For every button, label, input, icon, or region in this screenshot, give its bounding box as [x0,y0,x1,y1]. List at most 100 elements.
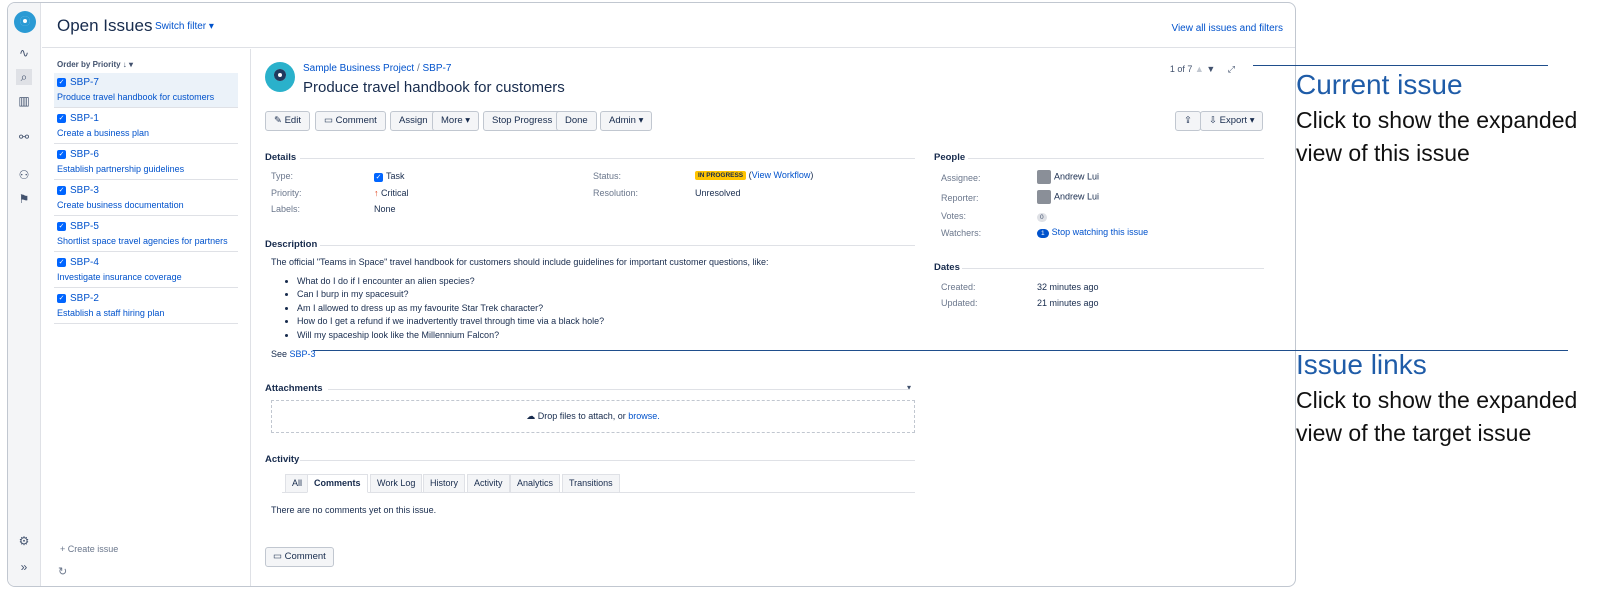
done-button[interactable]: Done [556,111,597,131]
project-logo-icon[interactable] [14,11,36,33]
issue-title: Produce travel handbook for customers [303,79,565,96]
issue-summary: Create a business plan [57,128,150,138]
order-by-dropdown[interactable]: Order by Priority ↓ ▾ [57,60,133,69]
assignee-value[interactable]: Andrew Lui [1037,170,1099,184]
task-icon: ✓ [57,294,66,303]
view-workflow-link[interactable]: View Workflow [752,170,811,180]
issue-key-link[interactable]: SBP-7 [423,63,452,74]
avatar [1037,170,1051,184]
divider [320,245,915,246]
resolution-label: Resolution: [593,188,639,198]
issue-summary: Create business documentation [57,200,184,210]
task-icon: ✓ [57,222,66,231]
see-also: See SBP-3 [271,349,316,359]
expand-sidebar-icon[interactable]: » [16,559,32,575]
assign-button[interactable]: Assign [390,111,437,131]
switch-filter-link[interactable]: Switch filter ▾ [155,21,214,32]
top-bar: Open Issues Switch filter ▾ View all iss… [42,3,1295,48]
edit-button[interactable]: ✎ Edit [265,111,310,131]
list-item[interactable]: ✓ SBP-7 Produce travel handbook for custom… [54,73,238,108]
created-label: Created: [941,282,976,292]
list-item[interactable]: ✓ SBP-2 Establish a staff hiring plan [54,289,238,324]
list-item: How do I get a refund if we inadvertentl… [297,316,604,329]
list-item[interactable]: ✓ SBP-6 Establish partnership guidelines [54,145,238,180]
issue-summary: Establish partnership guidelines [57,164,185,174]
jira-window: ∿ ⌕ ▥ ⚯ ⚇ ⚑ ⚙ » Open Issues Switch filte… [7,2,1296,587]
status-value: IN PROGRESS (View Workflow) [695,170,813,181]
tab-history[interactable]: History [423,474,466,493]
next-issue-icon[interactable]: ▼ [1206,64,1215,74]
export-button[interactable]: ⇩ Export ▾ [1200,111,1264,131]
list-item[interactable]: ✓ SBP-5 Shortlist space travel agencies fo… [54,217,238,252]
divider [300,158,915,159]
stop-progress-button[interactable]: Stop Progress [483,111,562,131]
announce-icon[interactable]: ⚑ [16,191,32,207]
browse-link[interactable]: browse. [628,411,660,421]
votes-value[interactable]: 0 [1037,211,1047,222]
priority-value: ↑ Critical [374,188,409,198]
refresh-icon[interactable]: ↻ [58,565,67,578]
drop-label: Drop files to attach, or [537,411,626,421]
type-label: Type: [271,171,294,181]
activity-icon[interactable]: ∿ [16,45,32,61]
pager-count: 1 of 7 [1169,64,1193,74]
page-title: Open Issues [57,16,153,35]
see-label: See [271,349,288,359]
export-label: Export ▾ [1219,115,1255,126]
settings-icon[interactable]: ⚙ [16,533,32,549]
expand-issue-icon[interactable]: ⤢ [1228,64,1235,74]
watchers-value: 1 Stop watching this issue [1037,227,1148,238]
description-text: The official "Teams in Space" travel han… [271,257,769,267]
tab-transitions[interactable]: Transitions [562,474,620,493]
comment-footer-button[interactable]: ▭ Comment [265,547,334,567]
stop-watching-link[interactable]: Stop watching this issue [1052,227,1149,237]
list-item[interactable]: ✓ SBP-1 Create a business plan [54,109,238,144]
created-value: 32 minutes ago [1037,282,1099,292]
reporter-value[interactable]: Andrew Lui [1037,190,1099,204]
prev-issue-icon[interactable]: ▲ [1195,64,1204,74]
breadcrumb: Sample Business Project / SBP-7 [303,63,452,74]
priority-label: Priority: [271,188,302,198]
tab-work-log[interactable]: Work Log [370,474,423,493]
add-user-icon[interactable]: ⚇ [16,167,32,183]
description-heading: Description [265,239,318,250]
issue-summary: Produce travel handbook for customers [57,92,215,102]
list-item[interactable]: ✓ SBP-4 Investigate insurance coverage [54,253,238,288]
assignee-label: Assignee: [941,173,981,183]
reports-icon[interactable]: ▥ [16,93,32,109]
issue-key: SBP-7 [70,77,99,88]
task-icon: ✓ [374,173,383,182]
view-all-issues-link[interactable]: View all issues and filters [1171,23,1283,34]
tab-all[interactable]: All [285,474,310,493]
type-text: Task [386,171,405,181]
updated-value: 21 minutes ago [1037,298,1099,308]
link-icon[interactable]: ⚯ [16,129,32,145]
tab-comments[interactable]: Comments [307,474,368,493]
issue-link[interactable]: SBP-3 [290,349,316,359]
issue-key: SBP-1 [70,113,99,124]
tab-analytics[interactable]: Analytics [510,474,561,493]
comment-button[interactable]: ▭ Comment [315,111,386,131]
list-item[interactable]: ✓ SBP-3 Create business documentation [54,181,238,216]
votes-count: 0 [1037,213,1047,222]
issue-key: SBP-4 [70,257,99,268]
tab-activity[interactable]: Activity [467,474,510,493]
left-navigation: ∿ ⌕ ▥ ⚯ ⚇ ⚑ ⚙ » [8,3,41,586]
attachments-collapse-icon[interactable]: ▾ [907,383,911,392]
create-issue-link[interactable]: + Create issue [60,544,118,554]
search-issues-icon[interactable]: ⌕ [16,69,32,85]
details-heading: Details [265,152,297,163]
attachment-dropzone[interactable]: ☁ Drop files to attach, or browse. [271,400,915,433]
issue-summary: Establish a staff hiring plan [57,308,165,318]
callout-heading: Current issue [1296,69,1463,100]
share-button[interactable]: ⇪ [1175,111,1201,131]
status-badge: IN PROGRESS [695,171,747,181]
project-link[interactable]: Sample Business Project [303,63,414,74]
callout-text: Click to show the expanded view of this … [1296,107,1578,166]
task-icon: ✓ [57,186,66,195]
more-button[interactable]: More ▾ [432,111,480,131]
comment-label: Comment [284,551,326,562]
votes-label: Votes: [941,211,967,221]
admin-button[interactable]: Admin ▾ [600,111,653,131]
attachments-heading: Attachments [265,383,323,394]
